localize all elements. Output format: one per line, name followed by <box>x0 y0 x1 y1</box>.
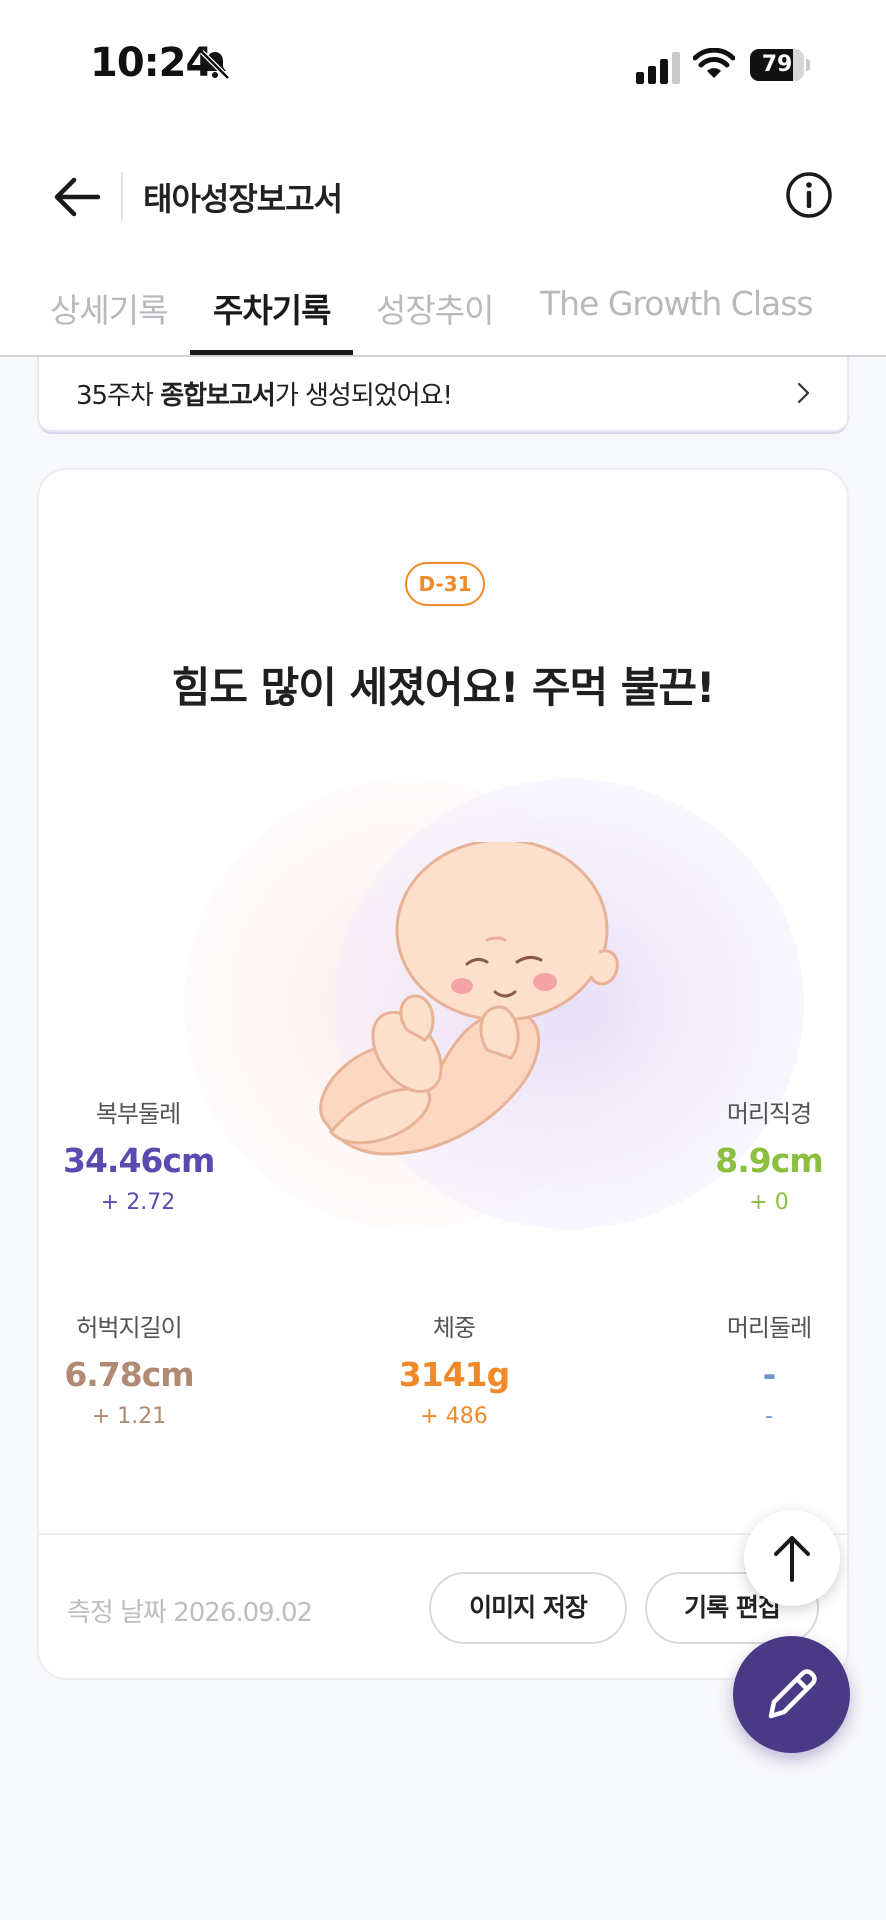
write-record-button[interactable] <box>733 1636 850 1753</box>
weekly-report-card: D-31 힘도 많이 세졌어요! 주먹 불끈! 복부둘레 34.46cm + 2… <box>37 468 849 1680</box>
dday-badge: D-31 <box>405 562 485 606</box>
scroll-to-top-button[interactable] <box>744 1510 840 1606</box>
header-divider <box>121 172 123 222</box>
wifi-icon <box>693 48 735 78</box>
cellular-signal-icon <box>636 52 680 84</box>
tab-weekly-records[interactable]: 주차기록 <box>213 284 331 332</box>
tab-detail-records[interactable]: 상세기록 <box>50 284 168 332</box>
report-banner[interactable]: 35주차 종합보고서가 생성되었어요! <box>37 357 849 432</box>
status-time: 10:24 <box>90 40 213 86</box>
metric-head-circumference: 머리둘레 - - <box>726 1314 812 1429</box>
fetus-illustration <box>319 842 619 1156</box>
tab-growth-trend[interactable]: 성장추이 <box>376 284 494 332</box>
chevron-right-icon <box>797 382 810 404</box>
arrow-up-icon <box>774 1536 810 1582</box>
page-title: 태아성장보고서 <box>143 180 343 218</box>
pencil-icon <box>768 1669 817 1719</box>
metric-abdominal-circumference: 복부둘레 34.46cm + 2.72 <box>63 1100 215 1215</box>
banner-text: 35주차 종합보고서가 생성되었어요! <box>76 381 453 411</box>
save-image-button[interactable]: 이미지 저장 <box>429 1572 627 1644</box>
metric-femur-length: 허벅지길이 6.78cm + 1.21 <box>64 1314 194 1429</box>
card-headline: 힘도 많이 세졌어요! 주먹 불끈! <box>171 663 715 712</box>
info-icon[interactable] <box>784 170 834 220</box>
metric-weight: 체중 3141g + 486 <box>398 1314 510 1429</box>
battery-indicator: 79 <box>750 49 810 81</box>
bell-muted-icon <box>200 50 230 80</box>
battery-level: 79 <box>761 52 793 77</box>
measure-date: 측정 날짜 2026.09.02 <box>67 1598 313 1628</box>
back-arrow-icon[interactable] <box>48 168 106 226</box>
metric-biparietal-diameter: 머리직경 8.9cm + 0 <box>715 1100 823 1215</box>
card-divider <box>39 1533 847 1535</box>
tab-growth-class[interactable]: The Growth Class <box>540 284 814 323</box>
